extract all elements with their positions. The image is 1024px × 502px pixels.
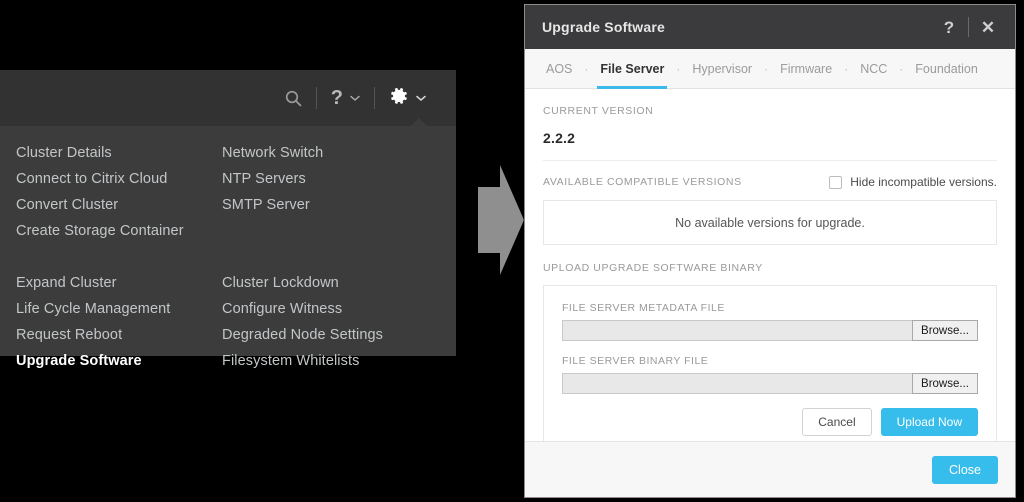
upload-actions: Cancel Upload Now xyxy=(562,408,978,436)
upload-section: UPLOAD UPGRADE SOFTWARE BINARY FILE SERV… xyxy=(543,245,997,441)
help-icon[interactable]: ? xyxy=(936,19,962,36)
dialog-tabbar: AOS · File Server · Hypervisor · Firmwar… xyxy=(525,49,1015,89)
upload-card: FILE SERVER METADATA FILE Browse... FILE… xyxy=(543,285,997,441)
metadata-file-label: FILE SERVER METADATA FILE xyxy=(562,302,725,314)
binary-file-label: FILE SERVER BINARY FILE xyxy=(562,355,709,367)
tab-separator: · xyxy=(899,61,904,76)
settings-toolbar: ? xyxy=(0,70,456,126)
dialog-titlebar: Upgrade Software ? ✕ xyxy=(525,5,1015,49)
menu-item-request-reboot[interactable]: Request Reboot xyxy=(16,322,222,348)
available-versions-header: AVAILABLE COMPATIBLE VERSIONS Hide incom… xyxy=(543,175,997,189)
cancel-button[interactable]: Cancel xyxy=(802,408,872,436)
help-icon: ? xyxy=(330,87,343,109)
settings-gear-button[interactable] xyxy=(375,81,440,115)
menu-group-gap-left xyxy=(16,244,222,270)
chevron-down-icon xyxy=(416,89,426,107)
menu-item-degraded-node-settings[interactable]: Degraded Node Settings xyxy=(222,322,456,348)
current-version-value: 2.2.2 xyxy=(543,130,576,146)
chevron-down-icon xyxy=(350,89,360,107)
menu-column-left: Cluster Details Connect to Citrix Cloud … xyxy=(0,140,222,374)
search-button[interactable] xyxy=(271,81,316,115)
upload-now-button[interactable]: Upload Now xyxy=(880,408,978,436)
menu-item-expand-cluster[interactable]: Expand Cluster xyxy=(16,270,222,296)
tab-hypervisor[interactable]: Hypervisor xyxy=(689,49,755,89)
tab-aos[interactable]: AOS xyxy=(543,49,575,89)
tab-separator: · xyxy=(764,61,769,76)
titlebar-divider xyxy=(968,17,969,37)
menu-item-upgrade-software[interactable]: Upgrade Software xyxy=(16,348,222,374)
menu-column-right: Network Switch NTP Servers SMTP Server C… xyxy=(222,140,456,374)
current-version-label: CURRENT VERSION xyxy=(543,105,654,117)
metadata-browse-button[interactable]: Browse... xyxy=(912,320,978,341)
dialog-footer: Close xyxy=(525,441,1015,497)
menu-item-filesystem-whitelists[interactable]: Filesystem Whitelists xyxy=(222,348,456,374)
binary-browse-button[interactable]: Browse... xyxy=(912,373,978,394)
binary-file-input-row[interactable]: Browse... xyxy=(562,373,978,394)
no-versions-message: No available versions for upgrade. xyxy=(543,200,997,245)
dropdown-notch xyxy=(410,118,428,127)
menu-item-create-storage-container[interactable]: Create Storage Container xyxy=(16,218,222,244)
available-versions-section: AVAILABLE COMPATIBLE VERSIONS Hide incom… xyxy=(543,161,997,245)
search-icon xyxy=(285,90,302,107)
hide-incompatible-label: Hide incompatible versions. xyxy=(850,175,997,189)
menu-item-cluster-details[interactable]: Cluster Details xyxy=(16,140,222,166)
dialog-body: CURRENT VERSION 2.2.2 AVAILABLE COMPATIB… xyxy=(525,89,1015,441)
tab-file-server[interactable]: File Server xyxy=(597,49,668,89)
flow-arrow-right xyxy=(478,165,524,275)
tab-foundation[interactable]: Foundation xyxy=(912,49,981,89)
settings-dropdown: Cluster Details Connect to Citrix Cloud … xyxy=(0,118,456,369)
menu-group-gap-right-2 xyxy=(222,244,456,270)
close-icon[interactable]: ✕ xyxy=(975,19,1001,36)
metadata-file-input[interactable] xyxy=(562,320,912,341)
close-button[interactable]: Close xyxy=(932,455,998,484)
binary-file-input[interactable] xyxy=(562,373,912,394)
tab-separator: · xyxy=(844,61,849,76)
upload-section-label: UPLOAD UPGRADE SOFTWARE BINARY xyxy=(543,262,763,274)
menu-columns: Cluster Details Connect to Citrix Cloud … xyxy=(0,140,456,374)
dialog-title: Upgrade Software xyxy=(542,19,665,35)
menu-item-ntp-servers[interactable]: NTP Servers xyxy=(222,166,456,192)
gear-icon xyxy=(389,86,409,111)
menu-item-life-cycle-management[interactable]: Life Cycle Management xyxy=(16,296,222,322)
metadata-file-input-row[interactable]: Browse... xyxy=(562,320,978,341)
menu-group-gap-right-1 xyxy=(222,218,456,244)
tab-firmware[interactable]: Firmware xyxy=(777,49,835,89)
upgrade-software-dialog: Upgrade Software ? ✕ AOS · File Server ·… xyxy=(524,4,1016,498)
menu-item-smtp-server[interactable]: SMTP Server xyxy=(222,192,456,218)
menu-item-network-switch[interactable]: Network Switch xyxy=(222,140,456,166)
tab-separator: · xyxy=(584,61,589,76)
settings-menu-panel: ? Cluster Details Connect to Citrix Clou… xyxy=(0,70,456,369)
tab-ncc[interactable]: NCC xyxy=(857,49,890,89)
menu-item-configure-witness[interactable]: Configure Witness xyxy=(222,296,456,322)
menu-item-convert-cluster[interactable]: Convert Cluster xyxy=(16,192,222,218)
current-version-section: CURRENT VERSION 2.2.2 xyxy=(543,89,997,161)
help-menu-button[interactable]: ? xyxy=(317,81,374,115)
hide-incompatible-checkbox[interactable]: Hide incompatible versions. xyxy=(829,175,997,189)
menu-item-cluster-lockdown[interactable]: Cluster Lockdown xyxy=(222,270,456,296)
menu-item-connect-to-citrix-cloud[interactable]: Connect to Citrix Cloud xyxy=(16,166,222,192)
checkbox-box-icon[interactable] xyxy=(829,175,843,189)
available-versions-label: AVAILABLE COMPATIBLE VERSIONS xyxy=(543,176,742,188)
tab-separator: · xyxy=(676,61,681,76)
